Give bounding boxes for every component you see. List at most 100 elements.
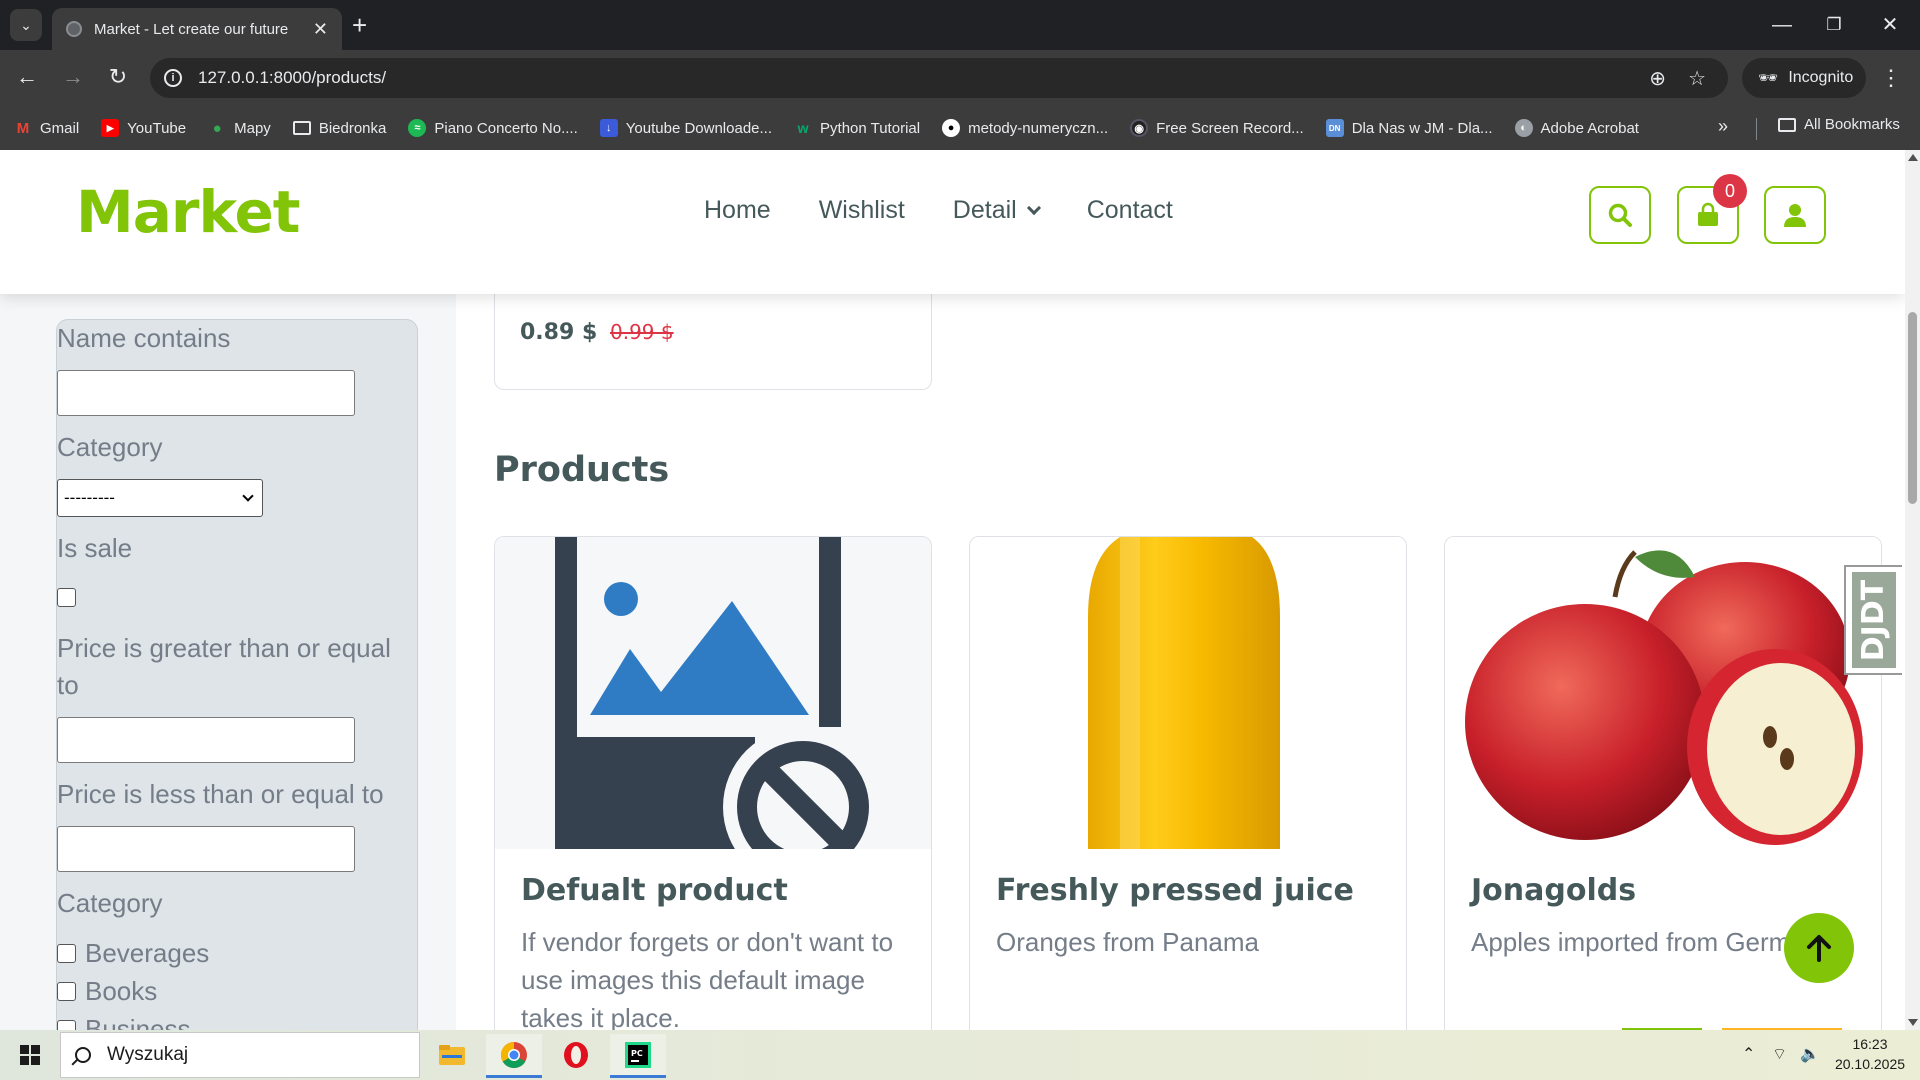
windows-taskbar: Wyszukaj PC ⌃ ⌔ 🔈 16:23 20.10.2025 [0, 1030, 1920, 1080]
clock-date: 20.10.2025 [1834, 1056, 1906, 1072]
filter-category-checks-label: Category [57, 888, 163, 918]
account-button[interactable] [1764, 186, 1826, 244]
restore-icon[interactable]: ❐ [1814, 10, 1854, 40]
category-option-beverages[interactable]: Beverages [57, 938, 209, 969]
bookmark-youtube[interactable]: ▶ YouTube [101, 119, 186, 137]
product-description: Oranges from Panama [996, 927, 1260, 957]
windows-start-icon[interactable] [20, 1045, 40, 1065]
search-button[interactable] [1589, 186, 1651, 244]
nav-detail[interactable]: Detail [953, 196, 1041, 225]
product-card[interactable]: Defualt product If vendor forgets or don… [494, 536, 932, 1030]
price-lte-input[interactable] [57, 826, 355, 872]
globe-icon: ◐ [1514, 119, 1533, 137]
download-icon: ↓ [599, 119, 618, 137]
bookmarks-divider [1756, 118, 1757, 140]
globe-icon [66, 21, 82, 37]
pycharm-icon[interactable]: PC [610, 1034, 666, 1078]
bookmark-piano-concerto[interactable]: ≈ Piano Concerto No.... [408, 119, 578, 137]
apples-image[interactable] [1445, 537, 1881, 849]
tab-search-button[interactable]: ⌄ [10, 9, 42, 41]
show-hidden-icons[interactable]: ⌃ [1742, 1044, 1755, 1064]
filter-price-lte-label: Price is less than or equal to [57, 779, 384, 809]
file-explorer-icon[interactable] [424, 1034, 480, 1078]
bookmark-dla-nas[interactable]: DN Dla Nas w JM - Dla... [1325, 119, 1493, 137]
opera-icon[interactable] [548, 1034, 604, 1078]
bookmarks-bar: M Gmail ▶ YouTube ● Mapy Biedronka ≈ Piano C… [0, 106, 1920, 150]
nav-contact[interactable]: Contact [1087, 196, 1173, 225]
product-title[interactable]: Defualt product [521, 873, 788, 908]
maps-icon: ● [212, 119, 222, 137]
product-title[interactable]: Freshly pressed juice [996, 873, 1354, 908]
bookmark-star-icon[interactable]: ☆ [1688, 66, 1706, 91]
default-image-icon[interactable] [495, 537, 931, 849]
more-bookmarks-icon[interactable]: » [1718, 116, 1728, 137]
incognito-label: Incognito [1788, 69, 1854, 86]
window-close-icon[interactable]: ✕ [1870, 10, 1910, 40]
address-bar[interactable]: i 127.0.0.1:8000/products/ ⊕ ☆ [150, 58, 1728, 98]
page-scrollbar[interactable] [1905, 150, 1920, 1030]
category-option-books[interactable]: Books [57, 976, 157, 1007]
reload-icon[interactable]: ↻ [103, 62, 133, 92]
name-contains-input[interactable] [57, 370, 355, 416]
spotify-icon: ≈ [408, 119, 427, 137]
price-gte-input[interactable] [57, 717, 355, 763]
svg-text:PC: PC [631, 1049, 643, 1058]
incognito-profile-button[interactable]: 🕶 Incognito [1742, 58, 1866, 98]
all-bookmarks-button[interactable]: All Bookmarks [1778, 116, 1900, 133]
back-icon[interactable]: ← [12, 62, 42, 92]
juice-bottle-image[interactable] [970, 537, 1406, 849]
product-description: If vendor forgets or don't want to use i… [521, 927, 894, 1030]
nav-home[interactable]: Home [704, 196, 771, 225]
browser-tab[interactable]: Market - Let create our future ✕ [52, 8, 342, 50]
product-price: 0.89 $ [520, 320, 598, 345]
browser-tab-strip: ⌄ Market - Let create our future ✕ + — ❐… [0, 0, 1920, 50]
site-logo[interactable]: Market [76, 178, 301, 246]
scrollbar-thumb[interactable] [1908, 312, 1917, 504]
taskbar-search[interactable]: Wyszukaj [60, 1032, 420, 1078]
filter-name-label: Name contains [57, 323, 231, 353]
bookmark-metody-numeryczne[interactable]: ● metody-numeryczn... [942, 119, 1108, 137]
scroll-up-icon[interactable] [1908, 154, 1918, 161]
product-card[interactable]: Freshly pressed juice Oranges from Panam… [969, 536, 1407, 1030]
bookmark-mapy[interactable]: ● Mapy [208, 119, 271, 137]
bookmark-python-tutorial[interactable]: w Python Tutorial [794, 119, 921, 137]
youtube-icon: ▶ [101, 119, 120, 137]
site-info-icon[interactable]: i [164, 69, 182, 87]
gmail-icon: M [16, 119, 30, 137]
djdt-badge: DJDT [1852, 572, 1896, 668]
bookmark-gmail[interactable]: M Gmail [14, 119, 79, 137]
filter-is-sale-label: Is sale [57, 533, 133, 563]
site-header: Market Home Wishlist Detail Contact 0 [0, 150, 1905, 294]
category-option-business[interactable]: Business [57, 1014, 191, 1030]
is-sale-checkbox[interactable] [57, 588, 76, 607]
close-icon[interactable]: ✕ [313, 19, 328, 40]
new-tab-button[interactable]: + [352, 10, 367, 40]
volume-icon[interactable]: 🔈 [1800, 1044, 1820, 1064]
url-text[interactable]: 127.0.0.1:8000/products/ [198, 68, 1649, 88]
chevron-down-icon [1026, 200, 1041, 215]
bookmark-biedronka[interactable]: Biedronka [292, 120, 386, 137]
cart-button[interactable]: 0 [1677, 174, 1747, 244]
checkbox[interactable] [57, 1020, 76, 1030]
scroll-down-icon[interactable] [1908, 1019, 1918, 1026]
category-select[interactable]: --------- [57, 479, 263, 517]
incognito-icon: 🕶 [1758, 70, 1779, 87]
minimize-icon[interactable]: — [1762, 10, 1802, 40]
bookmark-youtube-downloader[interactable]: ↓ Youtube Downloade... [599, 119, 772, 137]
browser-menu-icon[interactable]: ⋮ [1880, 64, 1902, 92]
chrome-icon[interactable] [486, 1034, 542, 1078]
zoom-icon[interactable]: ⊕ [1649, 66, 1666, 91]
nav-wishlist[interactable]: Wishlist [819, 196, 905, 225]
checkbox[interactable] [57, 982, 76, 1001]
bookmark-free-screen-recorder[interactable]: ◉ Free Screen Record... [1130, 119, 1304, 137]
checkbox[interactable] [57, 944, 76, 963]
forward-icon[interactable]: → [58, 62, 88, 92]
w3schools-icon: w [797, 120, 809, 136]
back-to-top-button[interactable] [1784, 913, 1854, 983]
taskbar-search-placeholder: Wyszukaj [107, 1044, 189, 1065]
product-title[interactable]: Jonagolds [1471, 873, 1636, 908]
system-clock[interactable]: 16:23 20.10.2025 [1830, 1034, 1910, 1074]
network-icon[interactable]: ⌔ [1772, 1044, 1787, 1064]
bookmark-adobe-acrobat[interactable]: ◐ Adobe Acrobat [1514, 119, 1639, 137]
django-debug-toolbar-handle[interactable]: DJDT [1844, 565, 1902, 675]
